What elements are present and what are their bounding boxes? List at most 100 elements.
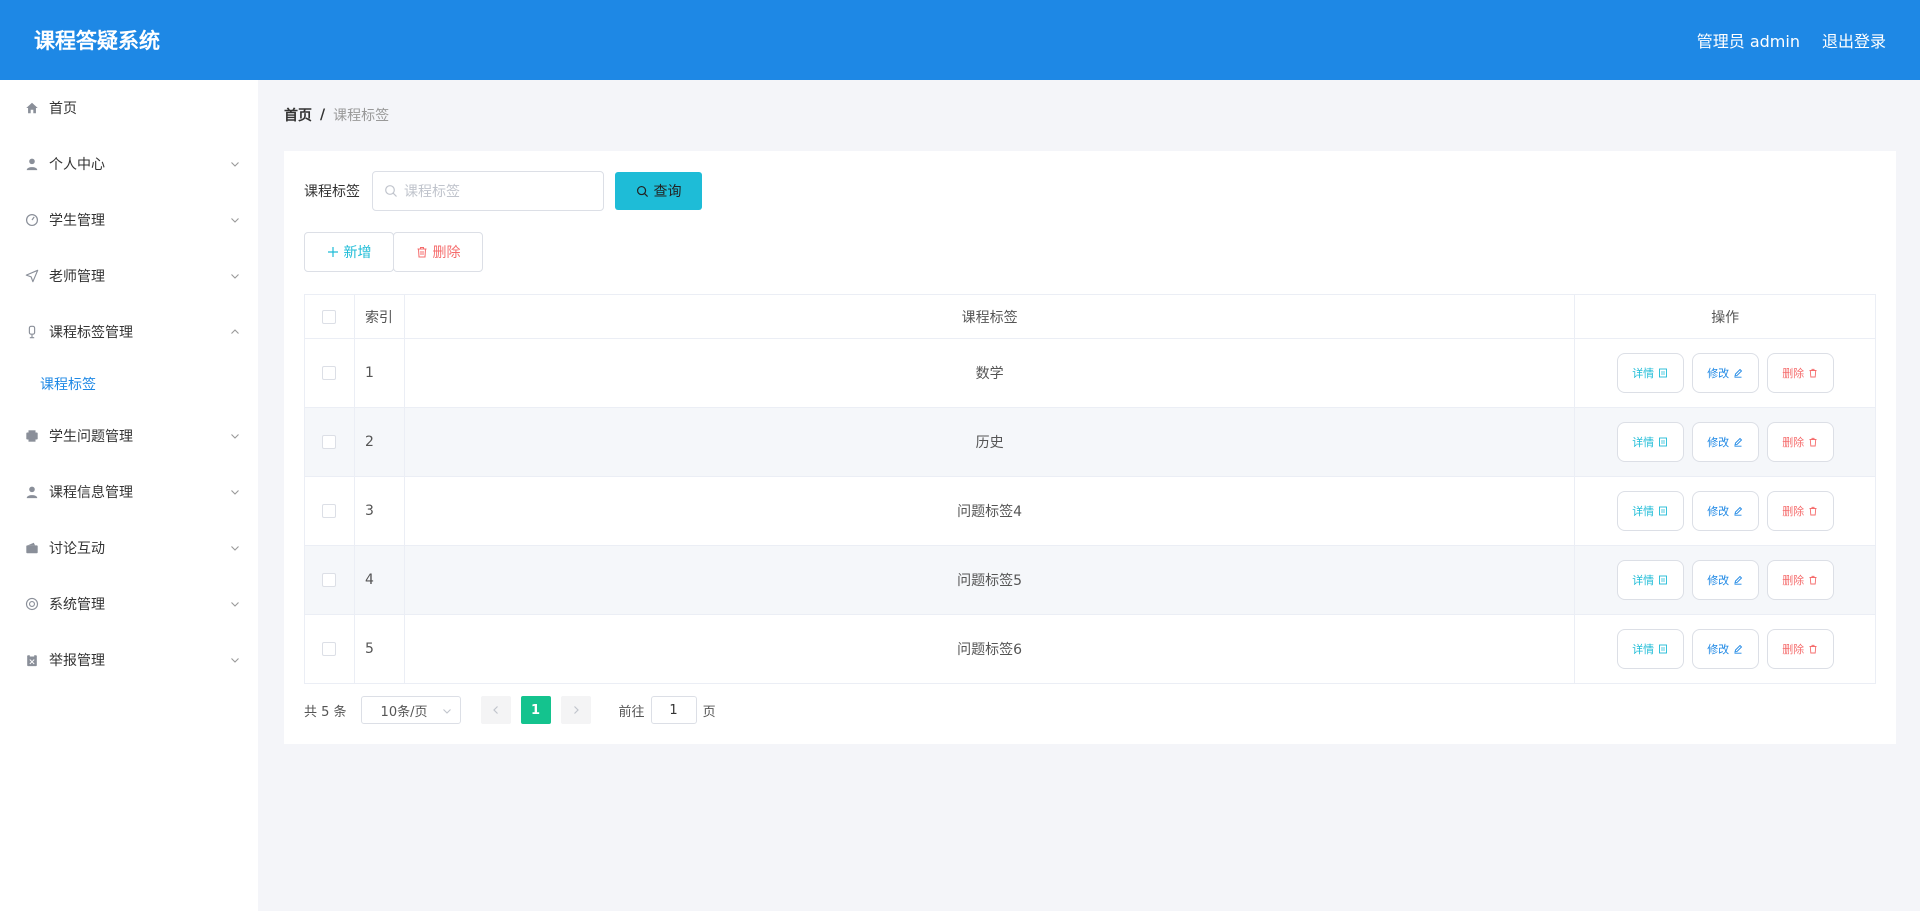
batch-delete-button[interactable]: 删除 [393,232,483,272]
next-page-button[interactable] [560,696,591,724]
row-index: 5 [355,615,405,683]
delete-button[interactable]: 删除 [1766,491,1834,531]
chevron-down-icon [231,546,239,551]
select-all-checkbox[interactable] [322,309,337,324]
delete-button[interactable]: 删除 [1766,353,1834,393]
goto-page-input[interactable]: 1 [650,696,697,724]
sidebar-item-label: 学生管理 [49,213,105,229]
edit-button[interactable]: 修改 [1691,491,1759,531]
sidebar-item-label: 课程标签管理 [49,325,133,341]
action-bar: 新增 删除 [304,232,483,272]
sidebar-item-label: 个人中心 [49,157,105,173]
row-checkbox[interactable] [322,366,337,380]
trash-icon [1809,644,1817,654]
edit-label: 修改 [1707,436,1730,449]
header-user-area: 管理员 admin 退出登录 [1697,28,1886,52]
pencil-icon [1734,575,1743,585]
table-row: 3 问题标签4 详情 修改 删除 [305,477,1875,546]
detail-label: 详情 [1632,643,1655,656]
pencil-icon [1734,506,1743,516]
lifebuoy-icon [24,596,40,612]
chevron-down-icon [231,602,239,607]
query-button[interactable]: 查询 [615,172,702,210]
sidebar-item-teachers[interactable]: 老师管理 [0,248,258,304]
app-title: 课程答疑系统 [34,29,160,53]
document-icon [1659,575,1668,585]
row-index: 2 [355,408,405,476]
search-bar: 课程标签 课程标签 查询 [304,171,702,211]
sidebar-item-label: 首页 [49,101,77,117]
document-icon [1659,368,1668,378]
row-index: 4 [355,546,405,614]
sidebar-item-course-tags[interactable]: 课程标签管理 [0,304,258,360]
search-icon [385,185,397,197]
detail-button[interactable]: 详情 [1616,629,1684,669]
breadcrumb-home[interactable]: 首页 [284,105,312,125]
sidebar-item-label: 老师管理 [49,269,105,285]
trash-icon [1809,575,1817,585]
chevron-down-icon [231,274,239,279]
sidebar-item-label: 系统管理 [49,597,105,613]
sidebar-item-home[interactable]: 首页 [0,80,258,136]
clipboard-icon [24,652,40,668]
detail-label: 详情 [1632,574,1655,587]
send-icon [24,268,40,284]
add-button[interactable]: 新增 [304,232,394,272]
delete-button[interactable]: 删除 [1766,560,1834,600]
document-icon [1659,644,1668,654]
page-size-value: 10条/页 [380,704,428,720]
chevron-down-icon [231,218,239,223]
page-size-select[interactable]: 10条/页 [360,696,461,724]
delete-label: 删除 [1782,436,1805,449]
column-header-index: 索引 [355,295,405,338]
detail-button[interactable]: 详情 [1616,560,1684,600]
pencil-icon [1734,437,1743,447]
delete-label: 删除 [1782,574,1805,587]
chevron-down-icon [231,490,239,495]
detail-button[interactable]: 详情 [1616,353,1684,393]
chevron-up-icon [231,329,239,334]
table-header-row: 索引 课程标签 操作 [305,295,1875,339]
row-checkbox[interactable] [322,435,337,449]
column-header-tag: 课程标签 [405,295,1576,338]
row-tag: 历史 [405,408,1576,476]
top-header: 课程答疑系统 管理员 admin 退出登录 [0,0,1920,80]
sidebar-item-profile[interactable]: 个人中心 [0,136,258,192]
page-number-current[interactable]: 1 [520,696,551,724]
batch-delete-button-label: 删除 [432,245,461,261]
detail-button[interactable]: 详情 [1616,491,1684,531]
sidebar-item-course-info[interactable]: 课程信息管理 [0,464,258,520]
breadcrumb-separator: / [320,107,326,123]
prev-page-button[interactable] [480,696,511,724]
chevron-down-icon [231,162,239,167]
wallet-icon [24,540,40,556]
table-row: 4 问题标签5 详情 修改 删除 [305,546,1875,615]
sidebar-subitem-course-tag[interactable]: 课程标签 [0,360,258,408]
pagination-total: 共 5 条 [304,704,347,720]
sidebar-item-student-questions[interactable]: 学生问题管理 [0,408,258,464]
row-checkbox[interactable] [322,573,337,587]
delete-button[interactable]: 删除 [1766,629,1834,669]
user-icon [24,484,40,500]
trash-icon [417,247,426,258]
row-tag: 问题标签6 [405,615,1576,683]
search-input[interactable]: 课程标签 [372,171,604,211]
sidebar-item-students[interactable]: 学生管理 [0,192,258,248]
row-checkbox[interactable] [322,504,337,518]
sidebar-item-discussion[interactable]: 讨论互动 [0,520,258,576]
edit-label: 修改 [1707,574,1730,587]
logout-button[interactable]: 退出登录 [1822,28,1886,52]
sidebar-item-reports[interactable]: 举报管理 [0,632,258,688]
edit-button[interactable]: 修改 [1691,422,1759,462]
edit-label: 修改 [1707,367,1730,380]
sidebar-item-system[interactable]: 系统管理 [0,576,258,632]
edit-button[interactable]: 修改 [1691,353,1759,393]
row-checkbox[interactable] [322,642,337,656]
row-tag: 问题标签4 [405,477,1576,545]
detail-button[interactable]: 详情 [1616,422,1684,462]
edit-button[interactable]: 修改 [1691,629,1759,669]
pencil-icon [1734,644,1743,654]
delete-button[interactable]: 删除 [1766,422,1834,462]
row-tag: 数学 [405,339,1576,407]
edit-button[interactable]: 修改 [1691,560,1759,600]
